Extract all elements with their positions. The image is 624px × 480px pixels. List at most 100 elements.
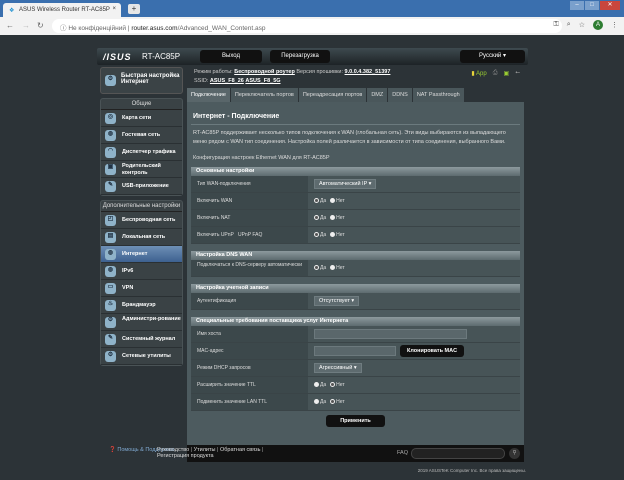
maximize-button[interactable]: □ bbox=[585, 1, 599, 10]
label: Имя хоста bbox=[191, 326, 308, 342]
sidebar-item-lan[interactable]: ▤ Локальная сеть bbox=[101, 229, 182, 246]
feedback-link[interactable]: Обратная связь bbox=[220, 447, 261, 453]
tab-dmz[interactable]: DMZ bbox=[367, 88, 388, 102]
printer-icon[interactable]: ⎙ bbox=[493, 70, 498, 77]
tab-port-forwarding[interactable]: Переадресация портов bbox=[298, 88, 367, 102]
row-mac: MAC-адрес Клонировать MAC bbox=[191, 343, 520, 360]
label: Аутентификация bbox=[191, 293, 308, 309]
dhcp-select[interactable]: Агрессивный ▾ bbox=[314, 363, 362, 373]
radio-yes[interactable]: Да bbox=[314, 382, 326, 388]
radio-no[interactable]: Нет bbox=[330, 198, 345, 204]
fw-label: Версия прошивки: bbox=[296, 69, 343, 75]
sidebar-item-usb-app[interactable]: ✎ USB-приложение bbox=[101, 178, 182, 195]
browser-tab-bar: ❖ ASUS Wireless Router RT-AC85P × + – □ ✕ bbox=[0, 0, 624, 17]
logout-button[interactable]: Выход bbox=[200, 50, 262, 63]
gauge-icon: ◠ bbox=[105, 147, 116, 158]
forward-icon[interactable]: → bbox=[22, 21, 30, 30]
footer: ❓ Помощь & Поддержка Руководство | Утили… bbox=[109, 445, 524, 462]
reboot-button[interactable]: Перезагрузка bbox=[270, 50, 330, 63]
sidebar-item-guest-network[interactable]: ◍ Гостевая сеть bbox=[101, 127, 182, 144]
apply-button[interactable]: Применить bbox=[326, 415, 385, 427]
row-auth: Аутентификация Отсутствует ▾ bbox=[191, 293, 520, 310]
status-info: Режим работы: Беспроводной роутер Версия… bbox=[194, 68, 390, 86]
radio-no[interactable]: Нет bbox=[330, 382, 345, 388]
usb-icon[interactable]: ⭠ bbox=[515, 70, 520, 77]
mac-input[interactable] bbox=[314, 346, 396, 356]
avatar[interactable]: A bbox=[593, 20, 603, 30]
label: Подключаться к DNS-серверу автоматически bbox=[191, 260, 308, 276]
new-tab-button[interactable]: + bbox=[128, 4, 140, 14]
sidebar-label: Администри-рование bbox=[122, 316, 181, 322]
help-icon: ❓ bbox=[109, 447, 116, 453]
search-icon[interactable]: ⚲ bbox=[509, 448, 520, 459]
upnp-faq-link[interactable]: UPnP FAQ bbox=[238, 232, 262, 238]
browser-tab[interactable]: ❖ ASUS Wireless Router RT-AC85P × bbox=[3, 3, 121, 17]
sidebar-item-parental-control[interactable]: ▣ Родительский контроль bbox=[101, 161, 182, 178]
app-icon[interactable]: ▮ App bbox=[471, 70, 486, 77]
tab-nat-passthrough[interactable]: NAT Passthrough bbox=[412, 88, 464, 102]
sidebar-label: Системный журнал bbox=[122, 336, 176, 342]
tab-title: ASUS Wireless Router RT-AC85P bbox=[19, 7, 110, 13]
section-dns: Настройка DNS WAN bbox=[191, 251, 520, 260]
radio-no[interactable]: Нет bbox=[330, 265, 345, 271]
radio-yes[interactable]: Да bbox=[314, 265, 326, 271]
register-link[interactable]: Регистрация продукта bbox=[157, 453, 214, 459]
hostname-input[interactable] bbox=[314, 329, 467, 339]
url-input[interactable]: ⓘ Не конфіденційний | router.asus.com/Ad… bbox=[52, 19, 562, 33]
usb-app-icon: ✎ bbox=[105, 181, 116, 192]
tab-ddns[interactable]: DDNS bbox=[388, 88, 412, 102]
row-enable-wan: Включить WAN Да Нет bbox=[191, 193, 520, 210]
minimize-button[interactable]: – bbox=[570, 1, 584, 10]
radio-yes[interactable]: Да bbox=[314, 232, 326, 238]
sidebar-item-network-tools[interactable]: ⚙ Сетевые утилиты bbox=[101, 348, 182, 365]
tab-connection[interactable]: Подключение bbox=[187, 88, 230, 102]
fw-link[interactable]: 9.0.0.4.382_51397 bbox=[345, 69, 391, 75]
sidebar-item-vpn[interactable]: ▭ VPN bbox=[101, 280, 182, 297]
sidebar-item-traffic-manager[interactable]: ◠ Диспетчер трафика bbox=[101, 144, 182, 161]
radio-yes[interactable]: Да bbox=[314, 399, 326, 405]
zoom-icon[interactable]: ⌕ bbox=[567, 21, 571, 29]
quick-setup-button[interactable]: ⚙ Быстрая настройка Интернет bbox=[100, 67, 183, 94]
language-value: Русский bbox=[479, 53, 502, 59]
language-select[interactable]: Русский ▾ bbox=[460, 50, 525, 63]
reload-icon[interactable]: ↻ bbox=[37, 21, 44, 30]
value: Агрессивный bbox=[319, 365, 353, 371]
label: Режим DHCP запросов bbox=[191, 360, 308, 376]
section-isp: Специальные требования поставщика услуг … bbox=[191, 317, 520, 326]
router-ui: /ISUS RT-AC85P Выход Перезагрузка Русски… bbox=[97, 48, 528, 480]
close-tab-icon[interactable]: × bbox=[112, 6, 116, 12]
radio-yes[interactable]: Да bbox=[314, 215, 326, 221]
sidebar-item-wireless[interactable]: ◰ Беспроводная сеть bbox=[101, 212, 182, 229]
sidebar-item-administration[interactable]: ⚙ Администри-рование bbox=[101, 314, 182, 331]
network-map-icon: ◎ bbox=[105, 113, 116, 124]
faq-search-input[interactable] bbox=[411, 448, 505, 459]
key-icon[interactable]: ⚿ bbox=[553, 21, 558, 29]
ssid-5g[interactable]: ASUS_F8_5G bbox=[245, 78, 280, 84]
radio-no[interactable]: Нет bbox=[330, 399, 345, 405]
tab-port-switch[interactable]: Переключатель портов bbox=[230, 88, 298, 102]
radio-no[interactable]: Нет bbox=[330, 232, 345, 238]
sidebar-label: Локальная сеть bbox=[122, 234, 166, 240]
wan-type-select[interactable]: Автоматический IP ▾ bbox=[314, 179, 377, 189]
tools-icon: ⚙ bbox=[105, 351, 116, 362]
back-icon[interactable]: ← bbox=[6, 21, 14, 30]
sidebar-item-network-map[interactable]: ◎ Карта сети bbox=[101, 110, 182, 127]
sidebar-item-firewall[interactable]: ♨ Брандмауэр bbox=[101, 297, 182, 314]
lock-icon: ▣ bbox=[105, 164, 116, 175]
star-icon[interactable]: ☆ bbox=[579, 21, 585, 29]
sidebar-label: Сетевые утилиты bbox=[122, 353, 171, 359]
sidebar-item-internet[interactable]: ◍ Интернет bbox=[101, 246, 182, 263]
auth-select[interactable]: Отсутствует ▾ bbox=[314, 296, 360, 306]
sidebar-item-ipv6[interactable]: ◍ IPv6 bbox=[101, 263, 182, 280]
internet-globe-icon: ◍ bbox=[105, 249, 116, 260]
radio-yes[interactable]: Да bbox=[314, 198, 326, 204]
menu-icon[interactable]: ⋮ bbox=[611, 21, 618, 29]
radio-no[interactable]: Нет bbox=[330, 215, 345, 221]
clone-mac-button[interactable]: Клонировать MAC bbox=[400, 345, 465, 357]
mode-link[interactable]: Беспроводной роутер bbox=[234, 69, 295, 75]
content-panel: Интернет - Подключение RT-AC85P поддержи… bbox=[187, 102, 524, 445]
network-icon[interactable]: ▣ bbox=[504, 70, 510, 77]
close-window-button[interactable]: ✕ bbox=[600, 1, 620, 10]
ssid-24[interactable]: ASUS_F8_26 bbox=[210, 78, 244, 84]
sidebar-item-system-log[interactable]: ✎ Системный журнал bbox=[101, 331, 182, 348]
